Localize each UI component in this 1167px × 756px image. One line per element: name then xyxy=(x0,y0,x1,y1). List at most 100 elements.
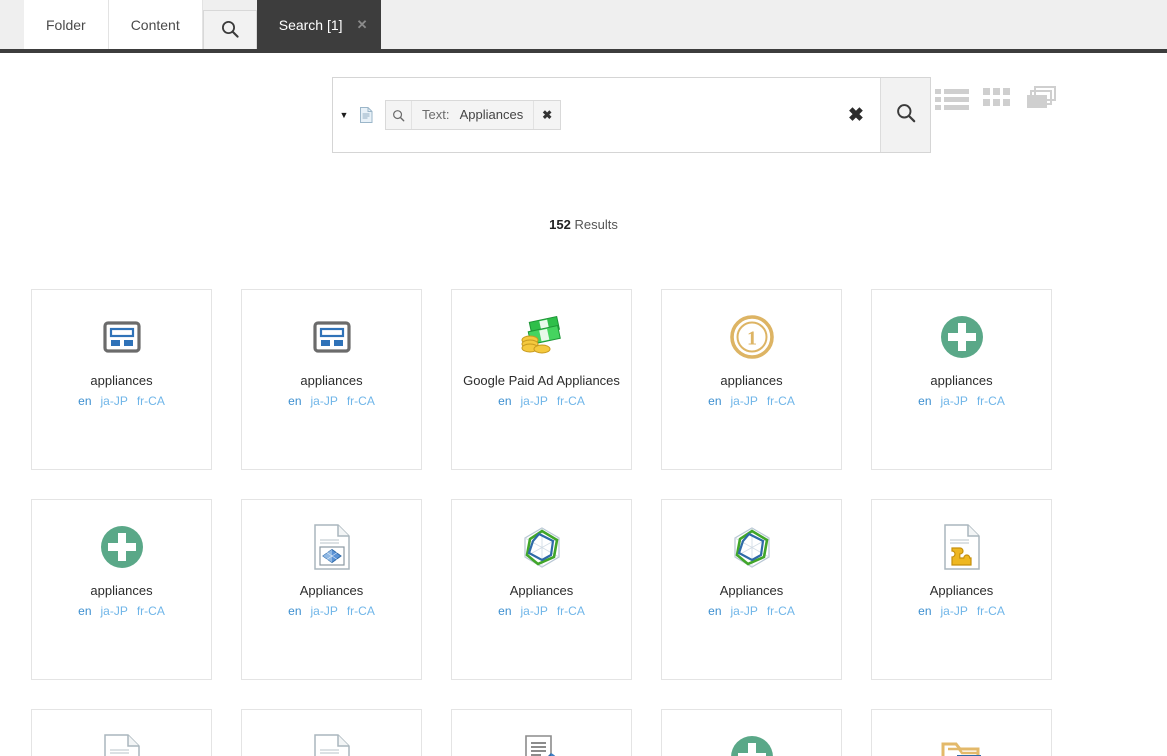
language-link-en[interactable]: en xyxy=(708,394,721,408)
result-card-languages: en ja-JP fr-CA xyxy=(918,394,1005,408)
language-link-fr-ca[interactable]: fr-CA xyxy=(347,394,375,408)
result-card[interactable]: appliancesenja-JPfr-CA xyxy=(661,709,842,756)
result-card-languages: en ja-JP fr-CA xyxy=(288,394,375,408)
results-grid: appliances en ja-JP fr-CA appliances en ja-JP… xyxy=(31,289,1052,756)
language-link-ja-jp[interactable]: ja-JP xyxy=(311,604,338,618)
language-link-ja-jp[interactable]: ja-JP xyxy=(521,604,548,618)
language-link-ja-jp[interactable]: ja-JP xyxy=(731,604,758,618)
document-diamond-icon xyxy=(304,519,360,575)
gold-coin-one-icon: 1 xyxy=(724,309,780,365)
language-link-fr-ca[interactable]: fr-CA xyxy=(557,394,585,408)
language-link-fr-ca[interactable]: fr-CA xyxy=(767,604,795,618)
language-link-en[interactable]: en xyxy=(288,394,301,408)
result-card[interactable]: appliancesenja-JPfr-CA xyxy=(31,499,212,680)
result-card-languages: en ja-JP fr-CA xyxy=(498,394,585,408)
chevron-down-icon[interactable]: ▼ xyxy=(333,110,355,120)
result-card[interactable]: Appliancesenja-JPfr-CA xyxy=(871,709,1052,756)
search-filter-chip[interactable]: Text: Appliances ✖ xyxy=(385,100,562,130)
result-card-title: Appliances xyxy=(719,583,784,598)
tab-folder[interactable]: Folder xyxy=(24,0,109,49)
search-filter-value: Appliances xyxy=(459,107,524,122)
result-card-title: Google Paid Ad Appliances xyxy=(463,373,620,388)
language-link-en[interactable]: en xyxy=(78,394,91,408)
language-link-en[interactable]: en xyxy=(498,394,511,408)
result-card-languages: en ja-JP fr-CA xyxy=(918,604,1005,618)
result-card[interactable]: 1 appliances en ja-JP fr-CA xyxy=(661,289,842,470)
language-link-en[interactable]: en xyxy=(288,604,301,618)
language-link-en[interactable]: en xyxy=(708,604,721,618)
result-card[interactable]: appliancesenja-JPfr-CA xyxy=(241,289,422,470)
language-link-ja-jp[interactable]: ja-JP xyxy=(731,394,758,408)
language-link-fr-ca[interactable]: fr-CA xyxy=(347,604,375,618)
language-link-en[interactable]: en xyxy=(918,604,931,618)
list-view-icon[interactable] xyxy=(935,86,969,115)
result-card[interactable]: Appliances en ja-JP fr-CA xyxy=(871,499,1052,680)
result-card[interactable]: appliances en ja-JP fr-CA xyxy=(871,289,1052,470)
results-count-number: 152 xyxy=(549,217,571,232)
document-icon[interactable] xyxy=(355,106,377,124)
green-plus-circle-icon xyxy=(724,729,780,756)
green-plus-circle-icon xyxy=(94,519,150,575)
result-card[interactable]: Appliancesenja-JPfr-CA xyxy=(241,709,422,756)
clear-search-icon[interactable]: ✖ xyxy=(832,104,880,127)
language-link-fr-ca[interactable]: fr-CA xyxy=(557,604,585,618)
search-icon xyxy=(386,101,412,129)
language-link-fr-ca[interactable]: fr-CA xyxy=(137,604,165,618)
close-icon[interactable]: ✕ xyxy=(357,17,368,33)
result-card[interactable]: Appliancesenja-JPfr-CA xyxy=(31,709,212,756)
result-card-languages: en ja-JP fr-CA xyxy=(78,604,165,618)
tab-search-results[interactable]: Search [1] ✕ xyxy=(256,0,382,49)
result-card-languages: en ja-JP fr-CA xyxy=(708,604,795,618)
search-icon xyxy=(895,102,917,129)
search-bar[interactable]: ▼ Text: Appliances ✖ ✖ xyxy=(332,77,931,153)
document-puzzle-icon xyxy=(94,729,150,756)
result-card-title: appliances xyxy=(720,373,783,388)
language-link-ja-jp[interactable]: ja-JP xyxy=(101,604,128,618)
language-link-en[interactable]: en xyxy=(78,604,91,618)
language-link-ja-jp[interactable]: ja-JP xyxy=(941,394,968,408)
result-card-title: appliances xyxy=(930,373,993,388)
language-link-en[interactable]: en xyxy=(498,604,511,618)
result-card[interactable]: Google Paid Ad Appliances en ja-JP fr-CA xyxy=(451,289,632,470)
results-count-label: Results xyxy=(574,217,618,232)
language-link-ja-jp[interactable]: ja-JP xyxy=(941,604,968,618)
result-card[interactable]: Appliances en ja-JP fr-CA xyxy=(451,499,632,680)
tab-search-button[interactable] xyxy=(202,10,257,49)
language-link-ja-jp[interactable]: ja-JP xyxy=(521,394,548,408)
layout-template-icon xyxy=(94,309,150,365)
search-row: ▼ Text: Appliances ✖ ✖ xyxy=(0,77,1167,153)
language-link-fr-ca[interactable]: fr-CA xyxy=(977,604,1005,618)
layout-template-icon xyxy=(304,309,360,365)
result-card-title: Appliances xyxy=(509,583,574,598)
search-filter-chip-text: Text: Appliances xyxy=(412,101,535,129)
result-card-languages: en ja-JP fr-CA xyxy=(708,394,795,408)
tab-bar: Folder Content Search [1] ✕ xyxy=(0,0,1167,53)
language-link-ja-jp[interactable]: ja-JP xyxy=(101,394,128,408)
card-view-icon[interactable] xyxy=(1025,85,1057,116)
folder-page-icon xyxy=(934,729,990,756)
result-card[interactable]: appliances en ja-JP fr-CA xyxy=(31,289,212,470)
result-card[interactable]: Appliances en ja-JP fr-CA xyxy=(661,499,842,680)
language-link-en[interactable]: en xyxy=(918,394,931,408)
result-card[interactable]: Appliancesenja-JPfr-CA xyxy=(241,499,422,680)
content-area: ▼ Text: Appliances ✖ ✖ 152 Results appli… xyxy=(0,53,1167,756)
result-card-title: Appliances xyxy=(929,583,994,598)
result-card-languages: en ja-JP fr-CA xyxy=(288,604,375,618)
radar-chart-icon xyxy=(514,519,570,575)
language-link-ja-jp[interactable]: ja-JP xyxy=(311,394,338,408)
result-card-title: appliances xyxy=(90,373,153,388)
radar-chart-icon xyxy=(724,519,780,575)
document-puzzle-icon xyxy=(934,519,990,575)
language-link-fr-ca[interactable]: fr-CA xyxy=(137,394,165,408)
submit-search-button[interactable] xyxy=(880,78,930,152)
remove-filter-icon[interactable]: ✖ xyxy=(534,101,560,129)
green-plus-circle-icon xyxy=(934,309,990,365)
tab-content[interactable]: Content xyxy=(108,0,203,49)
language-link-fr-ca[interactable]: fr-CA xyxy=(767,394,795,408)
grid-view-icon[interactable] xyxy=(983,86,1011,115)
language-link-fr-ca[interactable]: fr-CA xyxy=(977,394,1005,408)
search-filter-label: Text: xyxy=(422,107,450,122)
document-audio-icon xyxy=(514,729,570,756)
result-card[interactable]: kitchen-appliancesenja-JPfr-CA xyxy=(451,709,632,756)
svg-text:1: 1 xyxy=(747,328,757,350)
